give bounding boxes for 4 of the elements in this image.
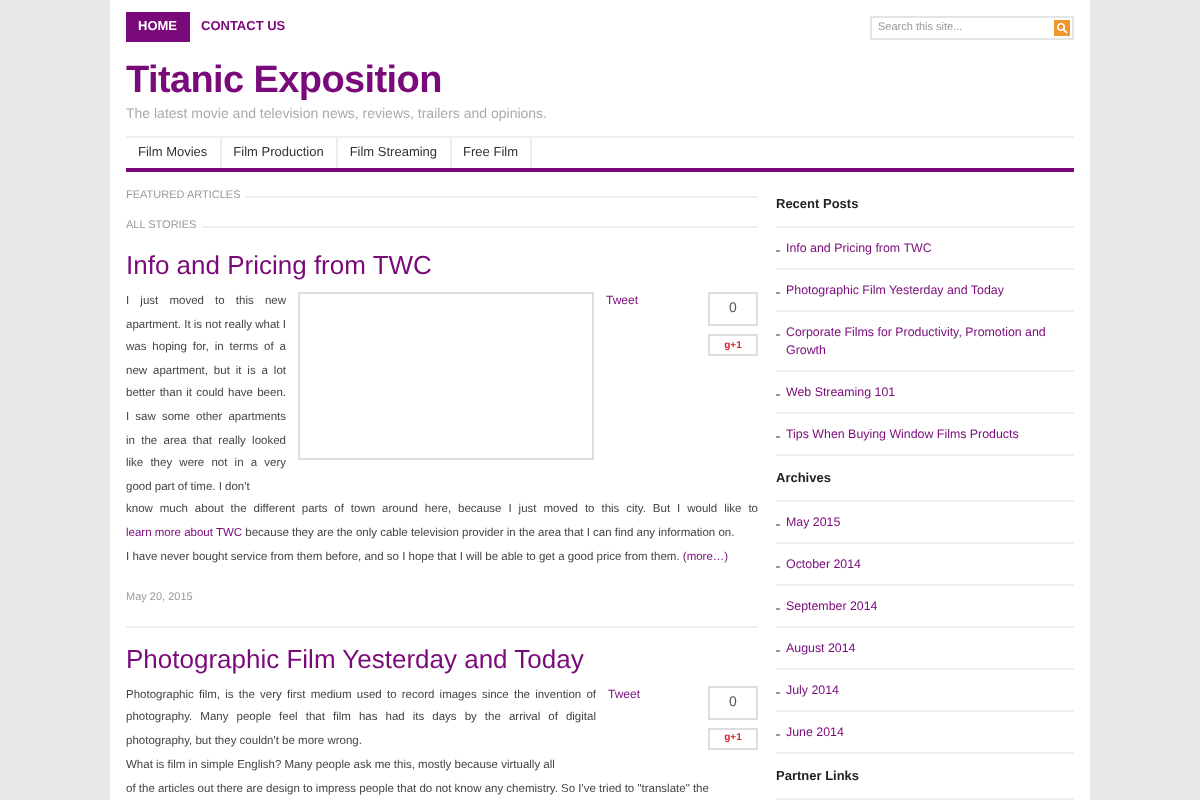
search-icon[interactable] xyxy=(1054,19,1070,35)
post-title[interactable]: Photographic Film Yesterday and Today xyxy=(126,643,758,674)
post-title[interactable]: Info and Pricing from TWC xyxy=(126,250,758,280)
site-title[interactable]: Titanic Exposition xyxy=(126,60,1074,104)
